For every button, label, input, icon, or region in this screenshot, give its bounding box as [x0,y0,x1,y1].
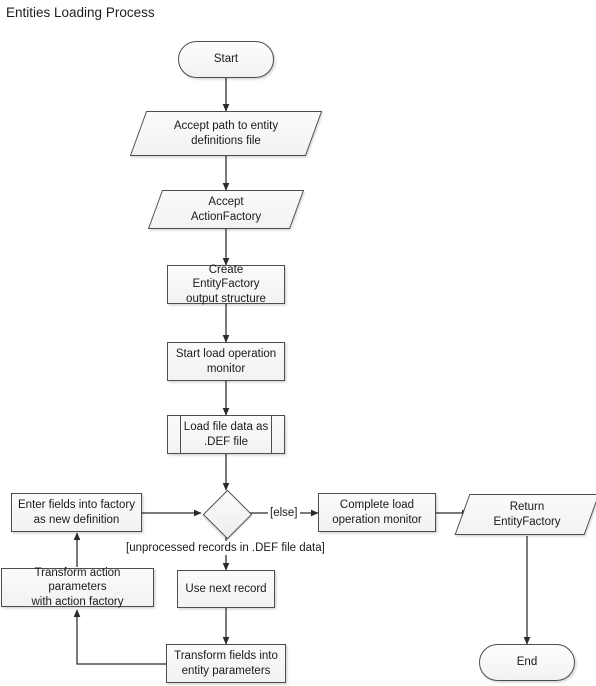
node-load-file-data-label: Load file data as .DEF file [183,421,269,448]
node-accept-path[interactable]: Accept path to entity definitions file [129,111,323,156]
node-start-load-monitor-label: Start load operation monitor [175,348,277,375]
node-enter-fields-into-factory[interactable]: Enter fields into factory as new definit… [11,493,142,532]
node-transform-fields-label: Transform fields into entity parameters [174,650,278,677]
node-use-next-record[interactable]: Use next record [177,570,275,608]
node-complete-load-monitor-label: Complete load operation monitor [332,499,422,526]
node-return-entityfactory-label: Return EntityFactory [493,501,561,528]
node-accept-actionfactory-label: Accept ActionFactory [190,196,262,223]
page-title: Entities Loading Process [6,5,155,20]
node-enter-fields-into-factory-label: Enter fields into factory as new definit… [18,499,135,526]
node-accept-path-label: Accept path to entity definitions file [173,120,279,147]
node-start-label: Start [213,53,239,66]
node-end-label: End [516,656,538,669]
node-use-next-record-label: Use next record [185,582,267,595]
node-transform-action-parameters[interactable]: Transform action parameters with action … [1,566,154,608]
node-end[interactable]: End [479,644,575,681]
node-start[interactable]: Start [178,41,274,78]
node-shape-diamond [202,489,252,539]
node-decision-records-remaining[interactable] [202,489,252,539]
node-transform-action-parameters-label: Transform action parameters with action … [31,566,124,608]
node-transform-fields[interactable]: Transform fields into entity parameters [166,644,286,683]
node-load-file-data[interactable]: Load file data as .DEF file [167,415,285,454]
edge-label-else: [else] [268,506,300,520]
node-create-entityfactory-output-label: Create EntityFactory output structure [186,263,266,305]
node-create-entityfactory-output[interactable]: Create EntityFactory output structure [167,263,285,305]
node-accept-actionfactory[interactable]: Accept ActionFactory [147,190,305,229]
edge-transform-fields-to-action [73,609,166,665]
node-return-entityfactory[interactable]: Return EntityFactory [454,494,596,535]
node-start-load-monitor[interactable]: Start load operation monitor [167,342,285,381]
edge-label-unprocessed-records: [unprocessed records in .DEF file data] [124,541,327,555]
node-complete-load-monitor[interactable]: Complete load operation monitor [318,493,436,532]
